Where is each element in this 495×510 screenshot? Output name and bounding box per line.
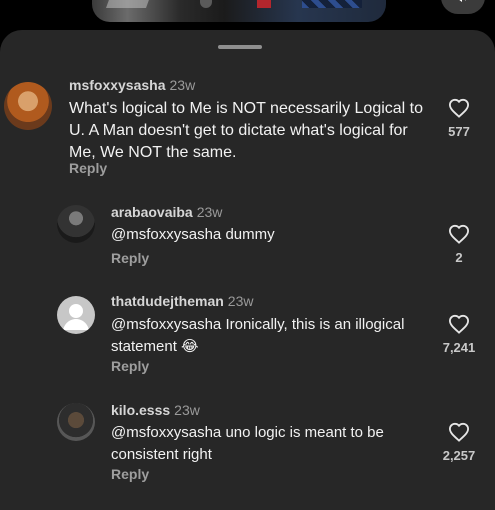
like-button[interactable]: 2,257 bbox=[429, 422, 489, 463]
comment-username[interactable]: arabaovaiba 23w bbox=[111, 204, 222, 220]
comment-username[interactable]: thatdudejtheman 23w bbox=[111, 293, 253, 309]
avatar[interactable] bbox=[57, 296, 95, 334]
mention-link[interactable]: @msfoxxysasha bbox=[111, 316, 221, 333]
video-frame-part bbox=[105, 0, 155, 8]
video-frame-part bbox=[302, 0, 362, 8]
like-button[interactable]: 7,241 bbox=[429, 314, 489, 355]
comment-username[interactable]: kilo.esss 23w bbox=[111, 402, 200, 418]
comment-time: 23w bbox=[227, 293, 254, 309]
comment-text: @msfoxxysasha uno logic is meant to be c… bbox=[111, 422, 411, 466]
like-count: 2,257 bbox=[442, 448, 476, 463]
comments-sheet: msfoxxysasha 23w What's logical to Me is … bbox=[0, 30, 495, 510]
mention-link[interactable]: @msfoxxysasha bbox=[111, 424, 221, 441]
heart-outline-icon bbox=[448, 224, 470, 244]
drag-handle[interactable] bbox=[218, 45, 262, 49]
like-count: 7,241 bbox=[442, 340, 476, 355]
reply-button[interactable]: Reply bbox=[69, 160, 107, 176]
reply-button[interactable]: Reply bbox=[111, 250, 149, 266]
like-count: 577 bbox=[448, 124, 470, 139]
avatar[interactable] bbox=[57, 205, 95, 243]
comment-username[interactable]: msfoxxysasha 23w bbox=[69, 77, 195, 93]
default-avatar-icon bbox=[63, 304, 89, 330]
volume-icon bbox=[459, 0, 467, 2]
comment-time: 23w bbox=[169, 77, 196, 93]
heart-outline-icon bbox=[448, 314, 470, 334]
comment-text: @msfoxxysasha dummy bbox=[111, 224, 431, 246]
volume-button[interactable] bbox=[441, 0, 485, 14]
reply-button[interactable]: Reply bbox=[111, 466, 149, 482]
comment-text: @msfoxxysasha Ironically, this is an ill… bbox=[111, 314, 431, 358]
reply-button[interactable]: Reply bbox=[111, 358, 149, 374]
comment-time: 23w bbox=[196, 204, 223, 220]
avatar[interactable] bbox=[57, 403, 95, 441]
avatar[interactable] bbox=[4, 82, 52, 130]
mention-link[interactable]: @msfoxxysasha bbox=[111, 226, 221, 243]
heart-outline-icon bbox=[448, 98, 470, 118]
video-frame-part bbox=[257, 0, 271, 8]
video-preview[interactable] bbox=[92, 0, 386, 22]
like-button[interactable]: 577 bbox=[429, 98, 489, 139]
video-frame-part bbox=[200, 0, 212, 8]
comment-time: 23w bbox=[174, 402, 200, 418]
like-button[interactable]: 2 bbox=[429, 224, 489, 265]
like-count: 2 bbox=[455, 250, 463, 265]
comment-body: dummy bbox=[225, 226, 275, 243]
heart-outline-icon bbox=[448, 422, 470, 442]
comment-text: What's logical to Me is NOT necessarily … bbox=[69, 100, 424, 161]
